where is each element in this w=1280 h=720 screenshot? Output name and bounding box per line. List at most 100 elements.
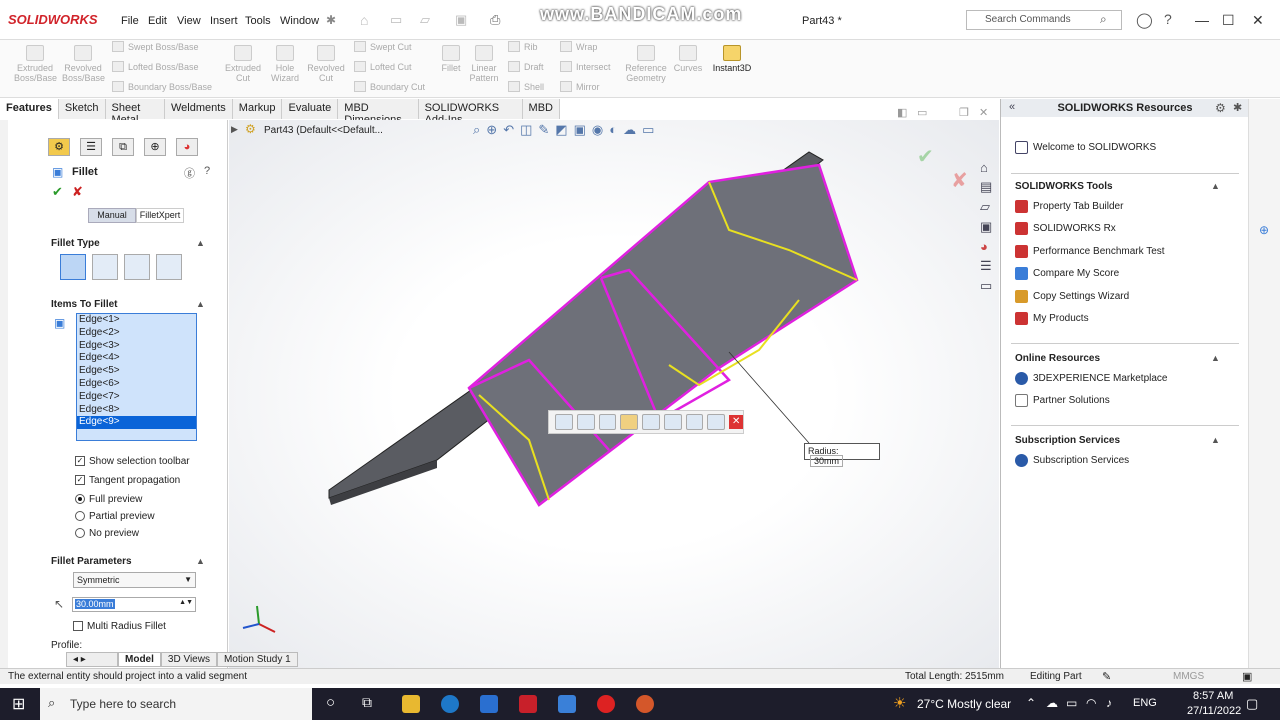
viewport-maximize-icon[interactable]: ❐ xyxy=(959,106,969,119)
linear-pattern-button[interactable]: Linear Pattern xyxy=(466,45,502,83)
feature-manager-tab-icon[interactable]: ⚙ xyxy=(48,138,70,156)
account-icon[interactable]: ◯ xyxy=(1136,11,1153,29)
minimize-icon[interactable]: — xyxy=(1195,12,1209,28)
tab-model[interactable]: Model xyxy=(118,652,161,667)
edge-browser-icon[interactable] xyxy=(441,695,459,713)
taskbar-search-input[interactable]: ⌕ Type here to search xyxy=(40,688,312,720)
select-feature-icon[interactable] xyxy=(620,414,639,430)
filletxpert-tab[interactable]: FilletXpert xyxy=(136,208,184,223)
welcome-link[interactable]: Welcome to SOLIDWORKS xyxy=(1015,141,1156,154)
crosshair-icon[interactable]: ⊕ xyxy=(1259,223,1269,237)
clock-date[interactable]: 27/11/2022 xyxy=(1187,705,1241,717)
marketplace-link[interactable]: 3DEXPERIENCE Marketplace xyxy=(1015,372,1168,385)
extruded-cut-button[interactable]: Extruded Cut xyxy=(222,45,264,83)
forum-icon[interactable]: ▭ xyxy=(980,278,998,294)
collapse-items-icon[interactable]: ▲ xyxy=(196,299,205,309)
subscription-services-link[interactable]: Subscription Services xyxy=(1015,454,1129,467)
ok-checkmark-icon[interactable]: ✔ xyxy=(52,184,63,200)
network-icon[interactable]: ☁ xyxy=(1046,696,1058,710)
battery-icon[interactable]: ▭ xyxy=(1066,696,1077,710)
notification-icon[interactable]: ▢ xyxy=(1246,696,1258,712)
hole-wizard-button[interactable]: Hole Wizard xyxy=(266,45,304,83)
tab-weldments[interactable]: Weldments xyxy=(164,99,233,119)
multi-radius-checkbox[interactable]: Multi Radius Fillet xyxy=(73,621,166,632)
mail-icon[interactable] xyxy=(558,695,576,713)
toolbar-close-icon[interactable]: ✕ xyxy=(729,415,744,429)
search-commands-input[interactable]: Search Commands xyxy=(966,10,1122,30)
bandicam-record-icon[interactable] xyxy=(597,695,615,713)
radius-input[interactable]: 30.00mm ▲▼ xyxy=(72,597,196,612)
list-item-selected[interactable]: Edge<9> xyxy=(77,416,196,430)
settings-gear-icon[interactable]: ⚙ xyxy=(1215,101,1226,115)
boundary-cut-button[interactable]: Boundary Cut xyxy=(354,81,425,92)
constant-size-fillet-icon[interactable] xyxy=(60,254,86,280)
list-item[interactable]: Edge<8> xyxy=(77,404,196,417)
revolved-cut-button[interactable]: Revolved Cut xyxy=(306,45,346,83)
menu-tools[interactable]: Tools xyxy=(245,15,271,27)
solidworks-rx-link[interactable]: SOLIDWORKS Rx xyxy=(1015,222,1116,235)
lofted-cut-button[interactable]: Lofted Cut xyxy=(354,61,412,72)
part-model[interactable] xyxy=(229,120,999,668)
draft-button[interactable]: Draft xyxy=(508,61,544,72)
menu-window[interactable]: Window xyxy=(280,15,319,27)
menu-view[interactable]: View xyxy=(177,15,201,27)
symmetric-dropdown[interactable]: Symmetric ▼ xyxy=(73,572,196,588)
store-icon[interactable] xyxy=(480,695,498,713)
pin-icon[interactable]: ✱ xyxy=(326,13,336,27)
weather-text[interactable]: 27°C Mostly clear xyxy=(917,697,1011,711)
tray-chevron-icon[interactable]: ⌃ xyxy=(1026,696,1036,710)
tab-addins[interactable]: SOLIDWORKS Add-Ins xyxy=(418,99,523,126)
collapse-subs-icon[interactable]: ▲ xyxy=(1211,435,1220,445)
tab-motion-study[interactable]: Motion Study 1 xyxy=(216,652,298,667)
tile-icon[interactable]: ◧ xyxy=(897,106,907,119)
save-icon[interactable]: ▣ xyxy=(455,12,467,28)
graphics-area[interactable]: ▶ ⚙ Part43 (Default<<Default... ⌕ ⊕ ↶ ◫ … xyxy=(229,107,999,668)
open-folder-icon[interactable]: ▱ xyxy=(420,12,430,28)
partner-solutions-link[interactable]: Partner Solutions xyxy=(1015,394,1110,407)
radius-callout[interactable]: Radius: 30mm xyxy=(804,443,880,467)
menu-edit[interactable]: Edit xyxy=(148,15,167,27)
collapse-pane-icon[interactable]: « xyxy=(1009,101,1015,113)
custom-properties-icon[interactable]: ☰ xyxy=(980,258,998,274)
face-fillet-icon[interactable] xyxy=(124,254,150,280)
view-palette-icon[interactable]: ▣ xyxy=(980,219,998,235)
detail-preview-icon[interactable]: ⓖ xyxy=(184,165,195,181)
file-explorer-icon[interactable]: ▱ xyxy=(980,199,998,215)
spin-icon[interactable]: ▲▼ xyxy=(179,599,193,606)
configuration-manager-tab-icon[interactable]: ⧉ xyxy=(112,138,134,156)
swept-boss-button[interactable]: Swept Boss/Base xyxy=(112,41,199,52)
tab-mbd-dimensions[interactable]: MBD Dimensions xyxy=(338,99,419,126)
tab-sketch[interactable]: Sketch xyxy=(58,99,106,119)
tab-markup[interactable]: Markup xyxy=(232,99,283,119)
full-preview-radio[interactable]: Full preview xyxy=(75,494,142,505)
mirror-button[interactable]: Mirror xyxy=(560,81,600,92)
maximize-icon[interactable]: ☐ xyxy=(1222,12,1235,29)
print-icon[interactable]: ⎙ xyxy=(490,12,500,28)
tab-mbd[interactable]: MBD xyxy=(522,99,560,119)
property-tab-builder-link[interactable]: Property Tab Builder xyxy=(1015,200,1123,213)
select-concave-icon[interactable] xyxy=(685,414,704,430)
lofted-boss-button[interactable]: Lofted Boss/Base xyxy=(112,61,199,72)
shell-button[interactable]: Shell xyxy=(508,81,544,92)
display-manager-tab-icon[interactable]: ◕ xyxy=(176,138,198,156)
manual-tab[interactable]: Manual xyxy=(88,208,136,223)
reference-geometry-button[interactable]: Reference Geometry xyxy=(622,45,670,83)
show-selection-toolbar-checkbox[interactable]: ✓ Show selection toolbar xyxy=(75,456,190,467)
radius-callout-input[interactable]: 30mm xyxy=(810,455,844,467)
benchmark-link[interactable]: Performance Benchmark Test xyxy=(1015,245,1165,258)
cortana-icon[interactable]: ○ xyxy=(326,694,335,711)
collapse-fillet-type-icon[interactable]: ▲ xyxy=(196,238,205,248)
tab-evaluate[interactable]: Evaluate xyxy=(282,99,339,119)
dimxpert-tab-icon[interactable]: ⊕ xyxy=(144,138,166,156)
revolved-boss-button[interactable]: Revolved Boss/Base xyxy=(62,45,105,83)
boundary-boss-button[interactable]: Boundary Boss/Base xyxy=(112,81,212,92)
units-label[interactable]: MMGS xyxy=(1173,671,1204,682)
select-tangent-icon[interactable] xyxy=(707,414,726,430)
list-item[interactable]: Edge<6> xyxy=(77,378,196,391)
menu-file[interactable]: File xyxy=(121,15,139,27)
clock-time[interactable]: 8:57 AM xyxy=(1193,690,1233,702)
appearances-icon[interactable]: ◕ xyxy=(980,239,998,254)
menu-insert[interactable]: Insert xyxy=(210,15,238,27)
edge-selection-list[interactable]: Edge<1> Edge<2> Edge<3> Edge<4> Edge<5> … xyxy=(76,313,197,441)
list-item[interactable]: Edge<7> xyxy=(77,391,196,404)
